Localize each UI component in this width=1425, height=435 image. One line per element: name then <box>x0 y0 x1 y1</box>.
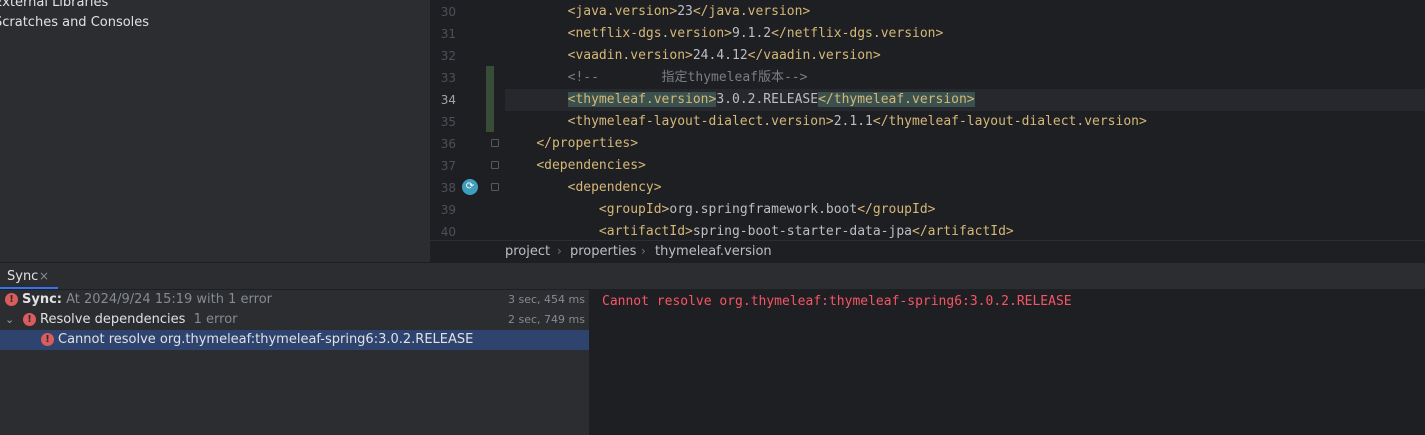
line-number[interactable]: 36 <box>430 133 456 155</box>
code-token: <groupId> <box>598 202 670 217</box>
code-line[interactable]: <vaadin.version>24.4.12</vaadin.version> <box>505 45 1425 67</box>
code-line[interactable]: <thymeleaf-layout-dialect.version>2.1.1<… <box>505 111 1425 133</box>
code-token: </netflix-dgs.version> <box>771 26 944 41</box>
fold-marker[interactable] <box>491 161 499 169</box>
line-number[interactable]: 32 <box>430 45 456 67</box>
sync-root-duration: 3 sec, 454 ms <box>508 293 585 306</box>
line-number[interactable]: 40 <box>430 221 456 240</box>
code-token: </artifactId> <box>912 224 1014 239</box>
line-number[interactable]: 35 <box>430 111 456 133</box>
code-line[interactable]: <artifactId>spring-boot-starter-data-jpa… <box>505 221 1425 240</box>
code-token: </java.version> <box>692 4 811 19</box>
code-line[interactable]: </properties> <box>505 133 1425 155</box>
breadcrumb-separator: › <box>557 244 562 258</box>
line-number[interactable]: 37 <box>430 155 456 177</box>
dependency-run-icon[interactable]: ⟳ <box>462 179 478 195</box>
breadcrumb-item-thymeleaf-version[interactable]: thymeleaf.version <box>655 241 772 263</box>
error-item-label: Cannot resolve org.thymeleaf:thymeleaf-s… <box>58 332 474 347</box>
sync-root-label: Sync: <box>22 292 62 307</box>
fold-marker[interactable] <box>491 139 499 147</box>
tool-window-header: Sync × <box>0 263 1425 290</box>
code-token: org.springframework.boot <box>669 202 858 217</box>
code-token: </properties> <box>536 136 639 151</box>
code-token: <netflix-dgs.version> <box>567 26 732 41</box>
close-icon[interactable]: × <box>39 263 49 289</box>
code-token: </thymeleaf.version> <box>818 92 975 107</box>
breadcrumb-item-project[interactable]: project <box>505 241 550 263</box>
code-token: <thymeleaf-layout-dialect.version> <box>567 114 834 129</box>
error-icon: ! <box>5 293 18 306</box>
resolve-dependencies-duration: 2 sec, 749 ms <box>508 313 585 326</box>
fold-marker[interactable] <box>491 183 499 191</box>
tab-active-indicator <box>0 287 58 289</box>
code-line[interactable]: <thymeleaf.version>3.0.2.RELEASE</thymel… <box>505 89 1425 111</box>
code-line[interactable]: <java.version>23</java.version> <box>505 1 1425 23</box>
error-item-row[interactable]: ! Cannot resolve org.thymeleaf:thymeleaf… <box>0 330 589 350</box>
line-number[interactable]: 38 <box>430 177 456 199</box>
code-line[interactable]: <dependency> <box>505 177 1425 199</box>
code-token: <vaadin.version> <box>567 48 693 63</box>
code-token: </vaadin.version> <box>747 48 881 63</box>
code-line[interactable]: <dependencies> <box>505 155 1425 177</box>
console-error-message: Cannot resolve org.thymeleaf:thymeleaf-s… <box>602 294 1072 309</box>
sync-root-row[interactable]: ! Sync: At 2024/9/24 15:19 with 1 error … <box>0 290 589 310</box>
line-number[interactable]: 39 <box>430 199 456 221</box>
code-line[interactable]: <groupId>org.springframework.boot</group… <box>505 199 1425 221</box>
tab-sync-label: Sync <box>7 269 39 284</box>
code-line[interactable]: <!-- 指定thymeleaf版本--> <box>505 67 1425 89</box>
code-token: spring-boot-starter-data-jpa <box>692 224 912 239</box>
error-icon: ! <box>41 333 54 346</box>
resolve-dependencies-label: Resolve dependencies <box>40 312 186 327</box>
breadcrumb: project › properties › thymeleaf.version <box>430 240 1425 262</box>
code-token: </thymeleaf-layout-dialect.version> <box>872 114 1147 129</box>
code-token: <!-- 指定thymeleaf版本--> <box>567 70 808 85</box>
project-tree-panel: External Libraries Scratches and Console… <box>0 0 430 262</box>
code-token: <dependencies> <box>536 158 646 173</box>
chevron-down-icon[interactable]: ⌄ <box>5 310 14 330</box>
breadcrumb-item-properties[interactable]: properties <box>570 241 636 263</box>
sync-root-detail: At 2024/9/24 15:19 with 1 error <box>66 292 273 307</box>
line-number[interactable]: 34 <box>430 89 456 111</box>
resolve-dependencies-row[interactable]: ⌄ ! Resolve dependencies 1 error 2 sec, … <box>0 310 589 330</box>
code-editor[interactable]: ⟳ 30 31 32 33 34 35 36 37 38 39 40 <java.version>2… <box>430 0 1425 240</box>
code-token: 2.1.1 <box>833 114 873 129</box>
code-token: 23 <box>677 4 693 19</box>
code-token: 24.4.12 <box>692 48 748 63</box>
code-line[interactable]: <netflix-dgs.version>9.1.2</netflix-dgs.… <box>505 23 1425 45</box>
tree-item-external-libraries[interactable]: External Libraries <box>0 0 108 13</box>
editor-gutter: ⟳ 30 31 32 33 34 35 36 37 38 39 40 <box>430 0 505 240</box>
tab-sync[interactable]: Sync × <box>0 263 58 289</box>
change-marker[interactable] <box>486 66 494 132</box>
tree-item-scratches-and-consoles[interactable]: Scratches and Consoles <box>0 13 149 33</box>
sync-tree: ! Sync: At 2024/9/24 15:19 with 1 error … <box>0 290 589 435</box>
code-token: <artifactId> <box>598 224 693 239</box>
resolve-dependencies-detail: 1 error <box>193 312 238 327</box>
error-icon: ! <box>23 313 36 326</box>
sync-console[interactable]: Cannot resolve org.thymeleaf:thymeleaf-s… <box>590 290 1425 435</box>
line-number[interactable]: 33 <box>430 67 456 89</box>
code-token: <java.version> <box>567 4 678 19</box>
code-token: 3.0.2.RELEASE <box>716 92 819 107</box>
breadcrumb-separator: › <box>641 244 646 258</box>
code-token: <dependency> <box>567 180 662 195</box>
code-token: </groupId> <box>857 202 936 217</box>
code-token: <thymeleaf.version> <box>567 92 717 107</box>
line-number[interactable]: 31 <box>430 23 456 45</box>
code-token: 9.1.2 <box>732 26 772 41</box>
line-number[interactable]: 30 <box>430 1 456 23</box>
